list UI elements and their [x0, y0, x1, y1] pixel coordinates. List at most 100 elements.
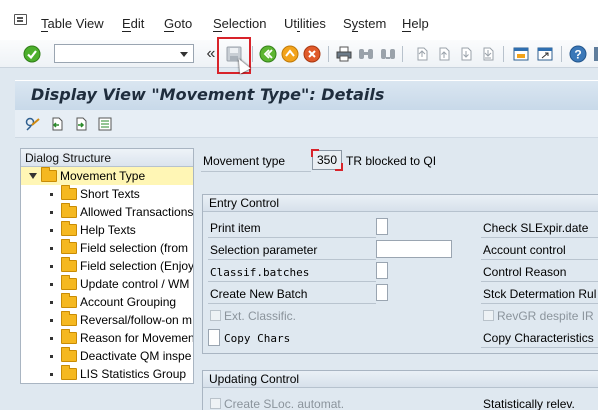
copy-chars-label: Copy Chars [224, 332, 291, 345]
dialog-structure-panel: Dialog Structure Movement Type Short Tex… [20, 148, 194, 384]
selection-parameter-label: Selection parameter [210, 243, 318, 257]
classif-batches-checkbox[interactable] [376, 262, 388, 279]
menu-edit[interactable]: Edit [122, 16, 144, 32]
print-item-checkbox[interactable] [376, 218, 388, 235]
cancel-icon[interactable] [302, 44, 322, 64]
dialog-structure-header: Dialog Structure [21, 149, 193, 167]
folder-icon [61, 311, 77, 326]
tree-node-label: Reversal/follow-on m [80, 313, 193, 327]
tree-node-field-selection[interactable]: Field selection (from [21, 239, 193, 257]
updating-control-header: Updating Control [203, 371, 598, 388]
display-change-icon[interactable] [23, 114, 43, 134]
folder-icon [61, 185, 77, 200]
menu-bar: Table View Edit Goto Selection Utilities… [0, 0, 598, 40]
ext-classific-label: Ext. Classific. [224, 309, 297, 323]
selection-parameter-input[interactable] [376, 240, 452, 258]
tree-node-account-grouping[interactable]: Account Grouping [21, 293, 193, 311]
tree-node-label: Field selection (Enjoy [80, 259, 194, 273]
next-entry-icon[interactable] [71, 114, 91, 134]
find-icon[interactable] [356, 44, 376, 64]
find-next-icon[interactable] [378, 44, 398, 64]
create-sloc-automat-checkbox[interactable] [210, 398, 221, 409]
tree-node-label: Movement Type [60, 169, 146, 183]
exit-icon[interactable] [280, 44, 300, 64]
create-session-icon[interactable] [511, 44, 531, 64]
tree-node-label: Field selection (from [80, 241, 189, 255]
first-page-icon[interactable] [412, 44, 432, 64]
movement-type-label: Movement type [203, 154, 286, 168]
statistically-relev-label: Statistically relev. [483, 397, 575, 410]
tree-node-allowed-transactions[interactable]: Allowed Transactions [21, 203, 193, 221]
tree-node-update-control[interactable]: Update control / WM [21, 275, 193, 293]
create-sloc-automat-label: Create SLoc. automat. [224, 397, 345, 410]
stck-determination-rule-label: Stck Determation Rul [483, 287, 597, 301]
copy-characteristics-label: Copy Characteristics [483, 331, 594, 345]
folder-icon [61, 239, 77, 254]
tree-node-label: Allowed Transactions [80, 205, 194, 219]
create-new-batch-label: Create New Batch [210, 287, 308, 301]
command-field[interactable] [54, 44, 194, 63]
folder-icon [61, 365, 77, 380]
previous-page-icon[interactable] [434, 44, 454, 64]
menu-selection[interactable]: Selection [213, 16, 266, 32]
control-reason-label: Control Reason [483, 265, 567, 279]
folder-icon [61, 257, 77, 272]
folder-icon [61, 347, 77, 362]
copy-chars-checkbox[interactable] [208, 329, 220, 346]
ext-classific-checkbox[interactable] [210, 310, 221, 321]
page-title: Display View "Movement Type": Details [31, 85, 385, 104]
folder-icon [61, 275, 77, 290]
customize-layout-icon[interactable] [589, 44, 598, 64]
last-page-icon[interactable] [478, 44, 498, 64]
tree-node-label: Account Grouping [80, 295, 177, 309]
tree-node-deactivate-qm[interactable]: Deactivate QM inspe [21, 347, 193, 365]
back-icon[interactable] [258, 44, 278, 64]
menu-system[interactable]: System [343, 16, 386, 32]
open-folder-icon [41, 167, 57, 182]
create-shortcut-icon[interactable] [535, 44, 555, 64]
menu-table-view[interactable]: Table View [41, 16, 104, 32]
menu-utilities[interactable]: Utilities [284, 16, 326, 32]
tree-node-field-selection-enjoy[interactable]: Field selection (Enjoy [21, 257, 193, 275]
revgr-despite-ir-checkbox[interactable] [483, 310, 494, 321]
tree-node-label: Short Texts [80, 187, 140, 201]
movement-type-field[interactable]: 350 [311, 149, 343, 171]
menu-goto[interactable]: Goto [164, 16, 192, 32]
tree-node-reason-for-movement[interactable]: Reason for Movemen [21, 329, 193, 347]
folder-icon [61, 221, 77, 236]
tree-node-label: Deactivate QM inspe [80, 349, 192, 363]
tree-node-label: Help Texts [80, 223, 136, 237]
account-control-label: Account control [483, 243, 566, 257]
standard-toolbar: « ? [0, 40, 598, 68]
enter-icon[interactable] [22, 44, 42, 64]
tree-node-label: LIS Statistics Group [80, 367, 187, 381]
help-icon[interactable]: ? [568, 44, 588, 64]
print-item-label: Print item [210, 221, 261, 235]
check-slexpir-date-label: Check SLExpir.date [483, 221, 589, 235]
revgr-despite-ir-label: RevGR despite IR [497, 309, 594, 323]
entry-control-header: Entry Control [203, 195, 598, 212]
tree-node-short-texts[interactable]: Short Texts [21, 185, 193, 203]
tree-node-reversal[interactable]: Reversal/follow-on m [21, 311, 193, 329]
tree-node-label: Update control / WM [80, 277, 190, 291]
tree-node-help-texts[interactable]: Help Texts [21, 221, 193, 239]
command-dropdown-icon[interactable] [180, 52, 188, 57]
tree-node-lis-statistics[interactable]: LIS Statistics Group [21, 365, 193, 383]
movement-type-description: TR blocked to QI [346, 154, 437, 168]
tree-node-label: Reason for Movemen [80, 331, 194, 345]
classif-batches-label: Classif.batches [210, 266, 310, 279]
svg-text:?: ? [574, 48, 581, 62]
app-menu-icon[interactable] [14, 14, 27, 25]
title-bar: Display View "Movement Type": Details [15, 80, 598, 110]
folder-icon [61, 203, 77, 218]
menu-help[interactable]: Help [402, 16, 429, 32]
create-new-batch-checkbox[interactable] [376, 284, 388, 301]
tree-node-movement-type[interactable]: Movement Type [21, 167, 193, 185]
next-page-icon[interactable] [456, 44, 476, 64]
print-icon[interactable] [334, 44, 354, 64]
application-toolbar [15, 110, 598, 138]
folder-icon [61, 293, 77, 308]
expand-triangle-icon[interactable] [29, 173, 37, 179]
select-block-icon[interactable] [95, 114, 115, 134]
previous-entry-icon[interactable] [47, 114, 67, 134]
